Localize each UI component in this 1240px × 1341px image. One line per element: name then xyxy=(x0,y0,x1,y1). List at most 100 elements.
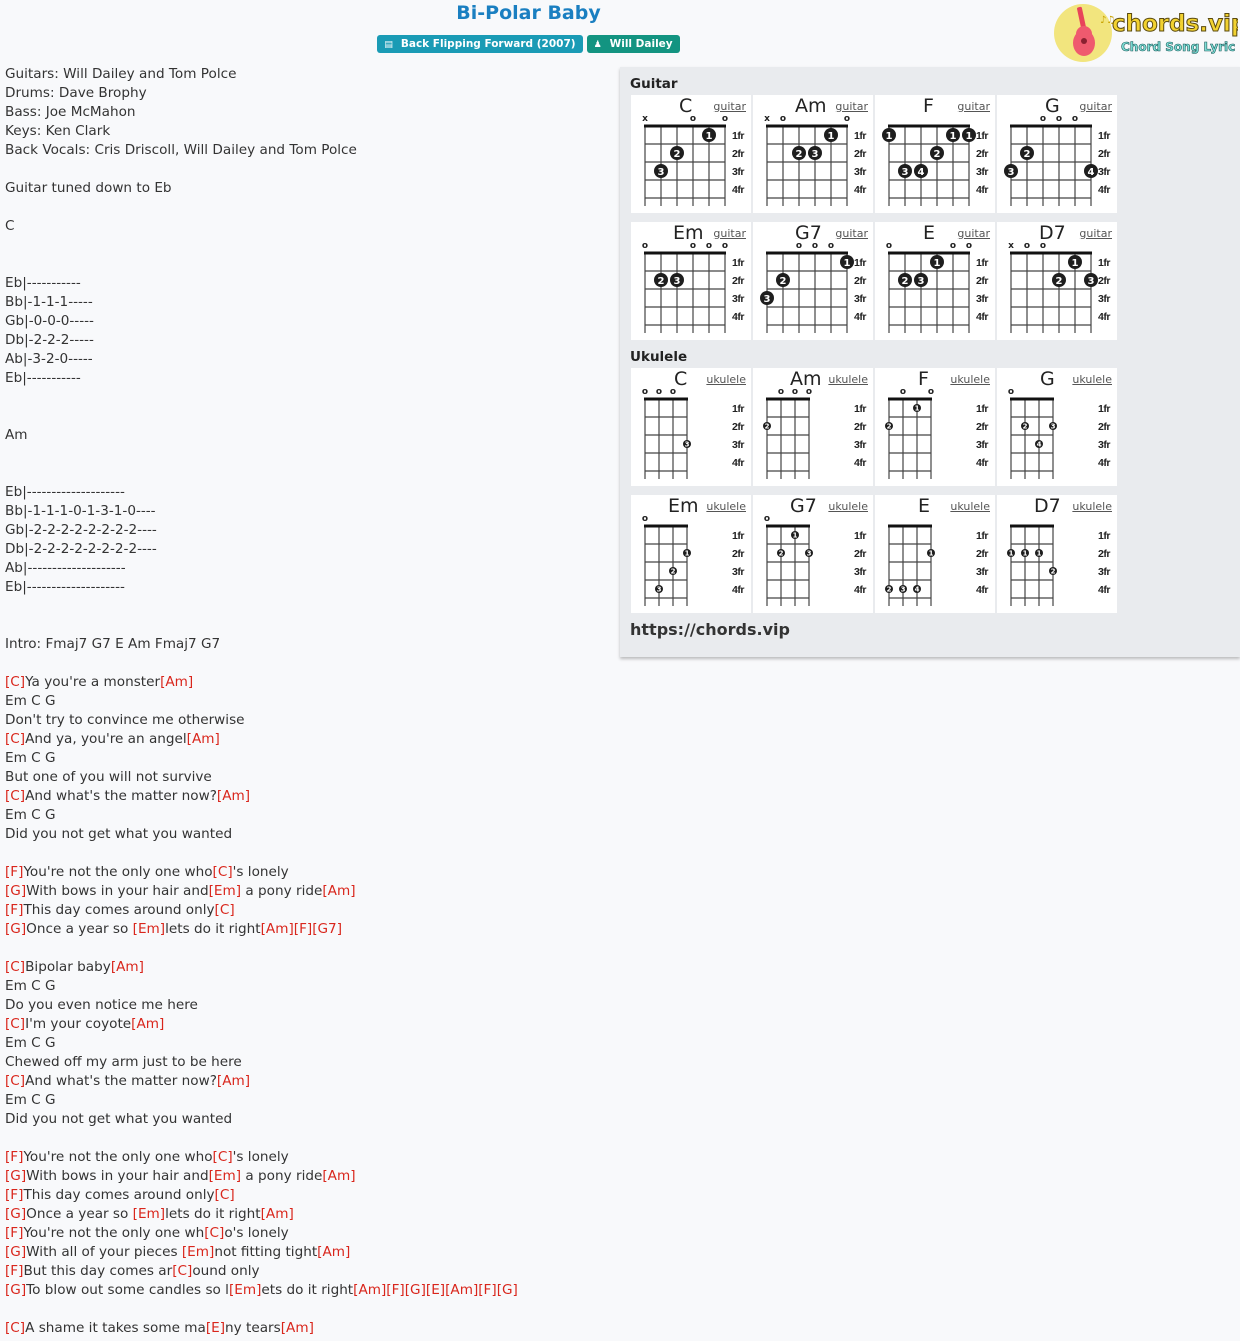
instrument-link[interactable]: guitar xyxy=(957,100,990,113)
instrument-link[interactable]: guitar xyxy=(957,227,990,240)
chord-marker[interactable]: [F] xyxy=(5,902,23,918)
chord-marker[interactable]: [Am] xyxy=(160,674,193,690)
chord-marker[interactable]: [F] xyxy=(5,1263,23,1279)
finger-number: 1 xyxy=(915,405,920,413)
guitar-chord-em[interactable]: o o o o 1fr 2fr 3fr 4fr 2 3 Em guitar xyxy=(631,222,751,340)
instrument-link[interactable]: ukulele xyxy=(1072,500,1112,513)
instrument-link[interactable]: ukulele xyxy=(1072,373,1112,386)
chord-marker[interactable]: [G] xyxy=(5,1282,26,1298)
chord-marker[interactable]: [Am] xyxy=(217,1073,250,1089)
site-url[interactable]: https://chords.vip xyxy=(630,620,790,639)
chord-marker[interactable]: [F] xyxy=(5,1225,23,1241)
chord-marker[interactable]: [Am] xyxy=(261,1206,294,1222)
chord-marker[interactable]: [G] xyxy=(5,883,26,899)
chord-marker[interactable]: [C] xyxy=(213,864,233,880)
chord-marker[interactable]: [Am] xyxy=(217,788,250,804)
chord-marker[interactable]: [F] xyxy=(386,1282,404,1298)
chord-marker[interactable]: [E] xyxy=(206,1320,225,1336)
instrument-link[interactable]: guitar xyxy=(1079,227,1112,240)
guitar-chord-e[interactable]: o o o 1fr 2fr 3fr 4fr 1 2 3 Eguitar xyxy=(875,222,995,340)
chord-marker[interactable]: [C] xyxy=(5,1016,25,1032)
chord-marker[interactable]: [G7] xyxy=(312,921,342,937)
album-badge[interactable]: ▤ Back Flipping Forward (2007) xyxy=(377,35,583,53)
finger-number: 3 xyxy=(764,294,771,305)
lyric-text: Db|-2-2-2----- xyxy=(5,332,94,348)
lyric-line xyxy=(5,939,518,958)
chord-marker[interactable]: [Em] xyxy=(182,1244,214,1260)
finger-number: 3 xyxy=(1008,167,1015,178)
site-logo[interactable]: ♪♫ chords.vip Chord Song Lyric xyxy=(1054,3,1240,63)
instrument-link[interactable]: ukulele xyxy=(706,373,746,386)
chord-marker[interactable]: [F] xyxy=(5,864,23,880)
finger-number: 1 xyxy=(706,131,713,142)
chord-marker[interactable]: [Am] xyxy=(317,1244,350,1260)
chord-marker[interactable]: [Am] xyxy=(111,959,144,975)
ukulele-chord-e[interactable]: 1fr 2fr 3fr 4fr 1 2 3 4 Eukulele xyxy=(875,495,995,613)
chord-marker[interactable]: [Em] xyxy=(133,921,165,937)
ukulele-chord-am[interactable]: o o o 1fr 2fr 3fr 4fr 2 Am ukulele xyxy=(753,368,873,486)
chord-marker[interactable]: [E] xyxy=(426,1282,445,1298)
chord-marker[interactable]: [Am] xyxy=(187,731,220,747)
chord-marker[interactable]: [C] xyxy=(172,1263,192,1279)
chord-marker[interactable]: [Am] xyxy=(322,1168,355,1184)
guitar-chord-g7[interactable]: o o o 1fr 2fr 3fr 4fr 1 2 3 G7 guitar xyxy=(753,222,873,340)
ukulele-chord-em[interactable]: o 1fr 2fr 3fr 4fr 1 2 3 Em ukulele xyxy=(631,495,751,613)
ukulele-chord-g[interactable]: o 1fr 2fr 3fr 4fr 2 3 4 Gukulele xyxy=(997,368,1117,486)
guitar-chord-d7[interactable]: x o o 1fr 2fr 3fr 4fr 1 2 3 D7 guitar xyxy=(997,222,1117,340)
instrument-link[interactable]: guitar xyxy=(1079,100,1112,113)
instrument-link[interactable]: guitar xyxy=(835,100,868,113)
chord-marker[interactable]: [C] xyxy=(204,1225,224,1241)
ukulele-chord-g7[interactable]: o 1fr 2fr 3fr 4fr 1 2 3 G7 ukulele xyxy=(753,495,873,613)
instrument-link[interactable]: guitar xyxy=(713,100,746,113)
instrument-link[interactable]: guitar xyxy=(835,227,868,240)
chord-marker[interactable]: [F] xyxy=(294,921,312,937)
chord-marker[interactable]: [G] xyxy=(5,1168,26,1184)
fret-label: 3fr xyxy=(1098,166,1110,178)
chord-marker[interactable]: [G] xyxy=(5,921,26,937)
instrument-link[interactable]: ukulele xyxy=(828,373,868,386)
chord-marker[interactable]: [Am] xyxy=(445,1282,478,1298)
chord-marker[interactable]: [C] xyxy=(215,1187,235,1203)
ukulele-chord-d7[interactable]: 1fr 2fr 3fr 4fr 1 1 1 2 D7 ukulele xyxy=(997,495,1117,613)
chord-marker[interactable]: [C] xyxy=(215,902,235,918)
chord-marker[interactable]: [C] xyxy=(5,959,25,975)
chord-marker[interactable]: [Am] xyxy=(322,883,355,899)
chord-marker[interactable]: [G] xyxy=(405,1282,426,1298)
fret-label: 3fr xyxy=(854,439,866,451)
chord-marker[interactable]: [C] xyxy=(5,731,25,747)
chord-marker[interactable]: [Am] xyxy=(131,1016,164,1032)
lyric-line: [C]And ya, you're an angel[Am] xyxy=(5,730,518,749)
chord-marker[interactable]: [Am] xyxy=(281,1320,314,1336)
chord-marker[interactable]: [C] xyxy=(5,1320,25,1336)
instrument-link[interactable]: ukulele xyxy=(950,373,990,386)
ukulele-chord-c[interactable]: o o o 1fr 2fr 3fr 4fr 3 Cukulele xyxy=(631,368,751,486)
lyric-line: Em C G xyxy=(5,1034,518,1053)
lyric-text: With all of your pieces xyxy=(26,1244,182,1260)
chord-marker[interactable]: [G] xyxy=(5,1244,26,1260)
chord-marker[interactable]: [Am] xyxy=(261,921,294,937)
instrument-link[interactable]: guitar xyxy=(713,227,746,240)
chord-marker[interactable]: [C] xyxy=(5,788,25,804)
instrument-link[interactable]: ukulele xyxy=(950,500,990,513)
chord-marker[interactable]: [F] xyxy=(478,1282,496,1298)
chord-marker[interactable]: [G] xyxy=(497,1282,518,1298)
chord-marker[interactable]: [C] xyxy=(213,1149,233,1165)
chord-marker[interactable]: [G] xyxy=(5,1206,26,1222)
chord-marker[interactable]: [Em] xyxy=(229,1282,261,1298)
chord-marker[interactable]: [C] xyxy=(5,674,25,690)
chord-marker[interactable]: [Em] xyxy=(133,1206,165,1222)
instrument-link[interactable]: ukulele xyxy=(828,500,868,513)
instrument-link[interactable]: ukulele xyxy=(706,500,746,513)
guitar-chord-g[interactable]: o o o 1fr 2fr 3fr 4fr 2 3 4 Gguitar xyxy=(997,95,1117,213)
guitar-chord-f[interactable]: 1fr 2fr 3fr 4fr 1 1 1 2 3 4 Fguitar xyxy=(875,95,995,213)
chord-marker[interactable]: [Am] xyxy=(353,1282,386,1298)
guitar-chord-c[interactable]: x o o 1fr 2fr 3fr 4fr 1 2 3 Cguitar xyxy=(631,95,751,213)
chord-marker[interactable]: [F] xyxy=(5,1187,23,1203)
chord-marker[interactable]: [F] xyxy=(5,1149,23,1165)
chord-marker[interactable]: [C] xyxy=(5,1073,25,1089)
chord-marker[interactable]: [Em] xyxy=(209,1168,241,1184)
artist-badge[interactable]: ♟ Will Dailey xyxy=(586,35,680,53)
guitar-chord-am[interactable]: x o o 1fr 2fr 3fr 4fr 1 2 3 Am guitar xyxy=(753,95,873,213)
ukulele-chord-f[interactable]: o o 1fr 2fr 3fr 4fr 1 2 Fukulele xyxy=(875,368,995,486)
chord-marker[interactable]: [Em] xyxy=(209,883,241,899)
